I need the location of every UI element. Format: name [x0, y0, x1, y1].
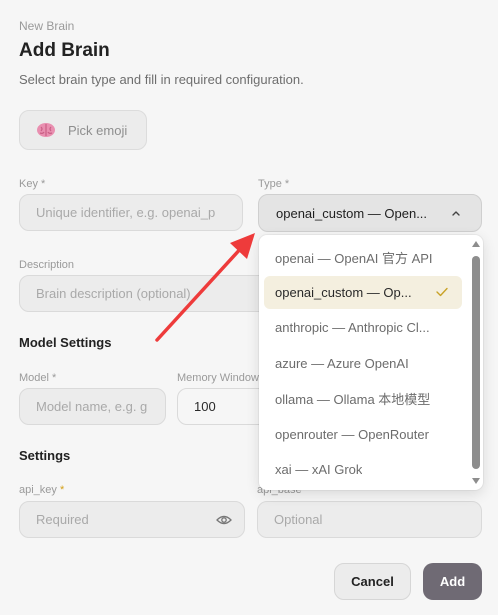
- brain-icon: [37, 123, 55, 137]
- description-label: Description: [19, 259, 75, 271]
- scroll-down-icon[interactable]: [472, 478, 480, 484]
- type-select-value: openai_custom — Open...: [276, 205, 428, 221]
- dropdown-option-anthropic[interactable]: anthropic — Anthropic Cl...: [264, 311, 462, 344]
- settings-heading: Settings: [19, 448, 71, 463]
- dialog-subtitle: Select brain type and fill in required c…: [19, 72, 304, 87]
- cancel-button[interactable]: Cancel: [334, 563, 411, 600]
- model-settings-heading: Model Settings: [19, 335, 112, 350]
- dropdown-option-xai[interactable]: xai — xAI Grok: [264, 453, 462, 486]
- dialog-eyebrow: New Brain: [19, 19, 75, 33]
- dialog-title: Add Brain: [19, 40, 110, 61]
- dropdown-option-openai[interactable]: openai — OpenAI 官方 API: [264, 241, 462, 274]
- key-label: Key *: [19, 178, 46, 190]
- api-key-label: api_key *: [19, 484, 65, 496]
- type-label: Type *: [258, 178, 290, 190]
- pick-emoji-button[interactable]: Pick emoji: [19, 110, 147, 150]
- eye-icon[interactable]: [216, 514, 232, 526]
- api-base-input[interactable]: Optional: [257, 501, 482, 538]
- type-dropdown-menu: openai — OpenAI 官方 API openai_custom — O…: [259, 235, 483, 490]
- chevron-up-icon: [452, 211, 460, 216]
- check-icon: [436, 287, 448, 297]
- model-label: Model *: [19, 372, 57, 384]
- dropdown-option-ollama[interactable]: ollama — Ollama 本地模型: [264, 382, 462, 415]
- scroll-up-icon[interactable]: [472, 241, 480, 247]
- dropdown-option-azure[interactable]: azure — Azure OpenAI: [264, 347, 462, 380]
- add-button[interactable]: Add: [423, 563, 482, 600]
- dropdown-option-openrouter[interactable]: openrouter — OpenRouter: [264, 418, 462, 451]
- api-key-input[interactable]: Required: [19, 501, 245, 538]
- model-input[interactable]: Model name, e.g. g: [19, 388, 166, 425]
- memory-window-label: Memory Window: [177, 372, 259, 384]
- pick-emoji-label: Pick emoji: [68, 122, 128, 138]
- key-input[interactable]: Unique identifier, e.g. openai_p: [19, 194, 243, 231]
- add-brain-dialog: New Brain Add Brain Select brain type an…: [0, 0, 498, 615]
- dropdown-scrollbar[interactable]: [472, 241, 480, 484]
- dropdown-option-openai-custom[interactable]: openai_custom — Op...: [264, 276, 462, 309]
- scrollbar-thumb[interactable]: [472, 256, 480, 469]
- type-select[interactable]: openai_custom — Open...: [258, 194, 482, 232]
